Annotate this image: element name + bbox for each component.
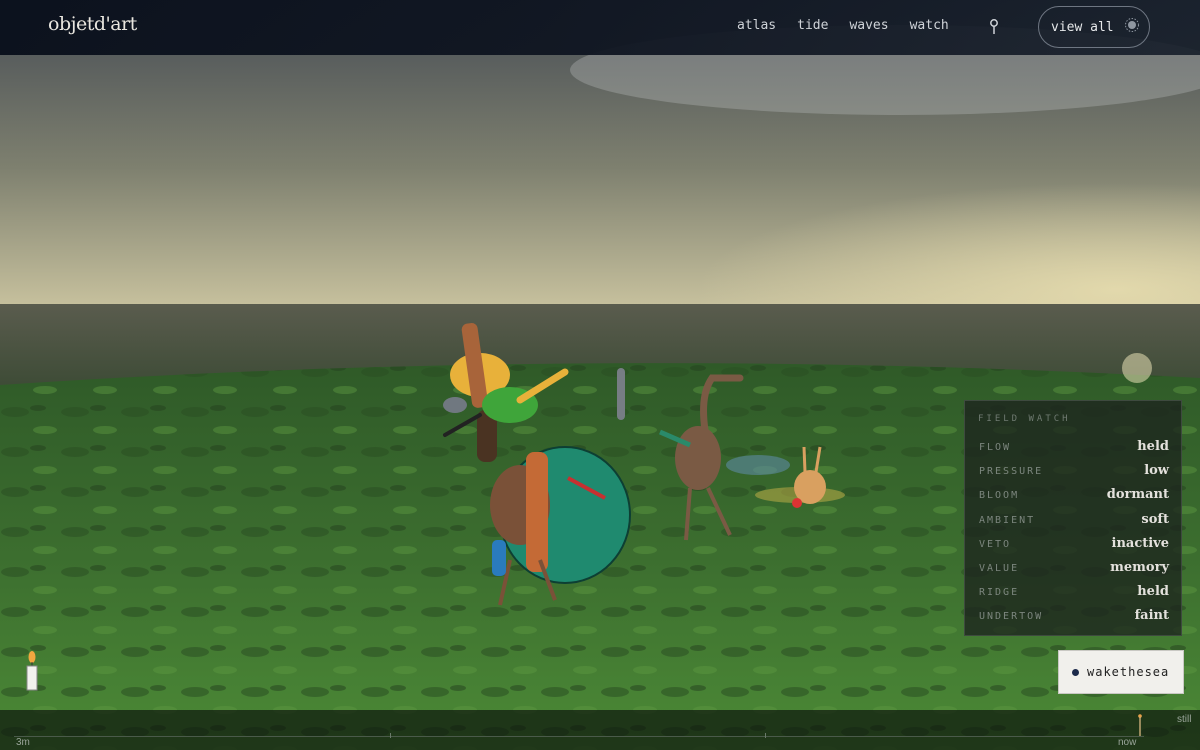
field-key: AMBIENT <box>979 514 1036 526</box>
brand-logo[interactable]: objetd'art <box>48 13 137 35</box>
nav-item-waves[interactable]: waves <box>849 18 888 33</box>
field-key: VALUE <box>979 562 1020 574</box>
timeline-bar[interactable]: 3m now still <box>0 710 1200 750</box>
timeline-start-label: 3m <box>16 737 30 748</box>
field-watch-rows: FLOW held PRESSURE low BLOOM dormant AMBIEN… <box>979 439 1169 633</box>
candle-icon[interactable] <box>26 650 40 696</box>
field-value: dormant <box>1106 487 1169 503</box>
top-bar: objetd'art atlas tide waves watch view a… <box>0 0 1200 55</box>
gray-creature[interactable] <box>617 368 625 420</box>
field-key: PRESSURE <box>979 466 1044 478</box>
field-row: FLOW held <box>979 439 1169 463</box>
view-all-button[interactable]: view all <box>1038 6 1150 48</box>
field-key: FLOW <box>979 442 1012 453</box>
nav-item-tide[interactable]: tide <box>797 18 828 33</box>
field-row: PRESSURE low <box>979 463 1169 487</box>
nav-item-atlas[interactable]: atlas <box>737 18 776 33</box>
field-row: VALUE memory <box>979 560 1169 584</box>
field-value: inactive <box>1111 535 1170 551</box>
field-row: UNDERTOW faint <box>979 608 1169 632</box>
field-value: soft <box>1141 511 1169 527</box>
field-row: VETO inactive <box>979 536 1169 560</box>
wake-the-sea-label: wakethesea <box>1087 665 1170 679</box>
timeline-end-label: now <box>1118 737 1137 748</box>
status-dot <box>1072 668 1079 676</box>
field-watch-panel: FIELD WATCH FLOW held PRESSURE low BLOOM do… <box>964 400 1182 636</box>
field-watch-title: FIELD WATCH <box>978 414 1071 424</box>
field-value: held <box>1137 439 1169 454</box>
main-nav: atlas tide waves watch <box>737 18 949 33</box>
timeline-tick <box>765 733 766 738</box>
pin-icon[interactable] <box>988 18 1000 40</box>
timeline-mode-label[interactable]: still <box>1177 714 1191 725</box>
sparkle-icon <box>1124 17 1140 37</box>
timeline-tick <box>390 733 391 738</box>
field-key: BLOOM <box>979 490 1020 502</box>
view-all-label: view all <box>1051 19 1114 35</box>
field-row: BLOOM dormant <box>979 487 1169 511</box>
field-row: AMBIENT soft <box>979 512 1169 536</box>
field-key: VETO <box>979 538 1012 550</box>
field-key: RIDGE <box>979 587 1020 599</box>
field-row: RIDGE held <box>979 584 1169 608</box>
field-value: low <box>1144 463 1169 479</box>
nav-item-watch[interactable]: watch <box>910 18 949 33</box>
scene-canvas[interactable] <box>0 0 1200 750</box>
field-value: faint <box>1134 608 1169 624</box>
field-value: memory <box>1110 559 1169 575</box>
wake-the-sea-button[interactable]: wakethesea <box>1058 650 1184 694</box>
timeline-track[interactable] <box>14 736 1144 737</box>
field-value: held <box>1137 584 1169 600</box>
field-key: UNDERTOW <box>979 611 1044 623</box>
timeline-handle[interactable] <box>1138 714 1142 740</box>
